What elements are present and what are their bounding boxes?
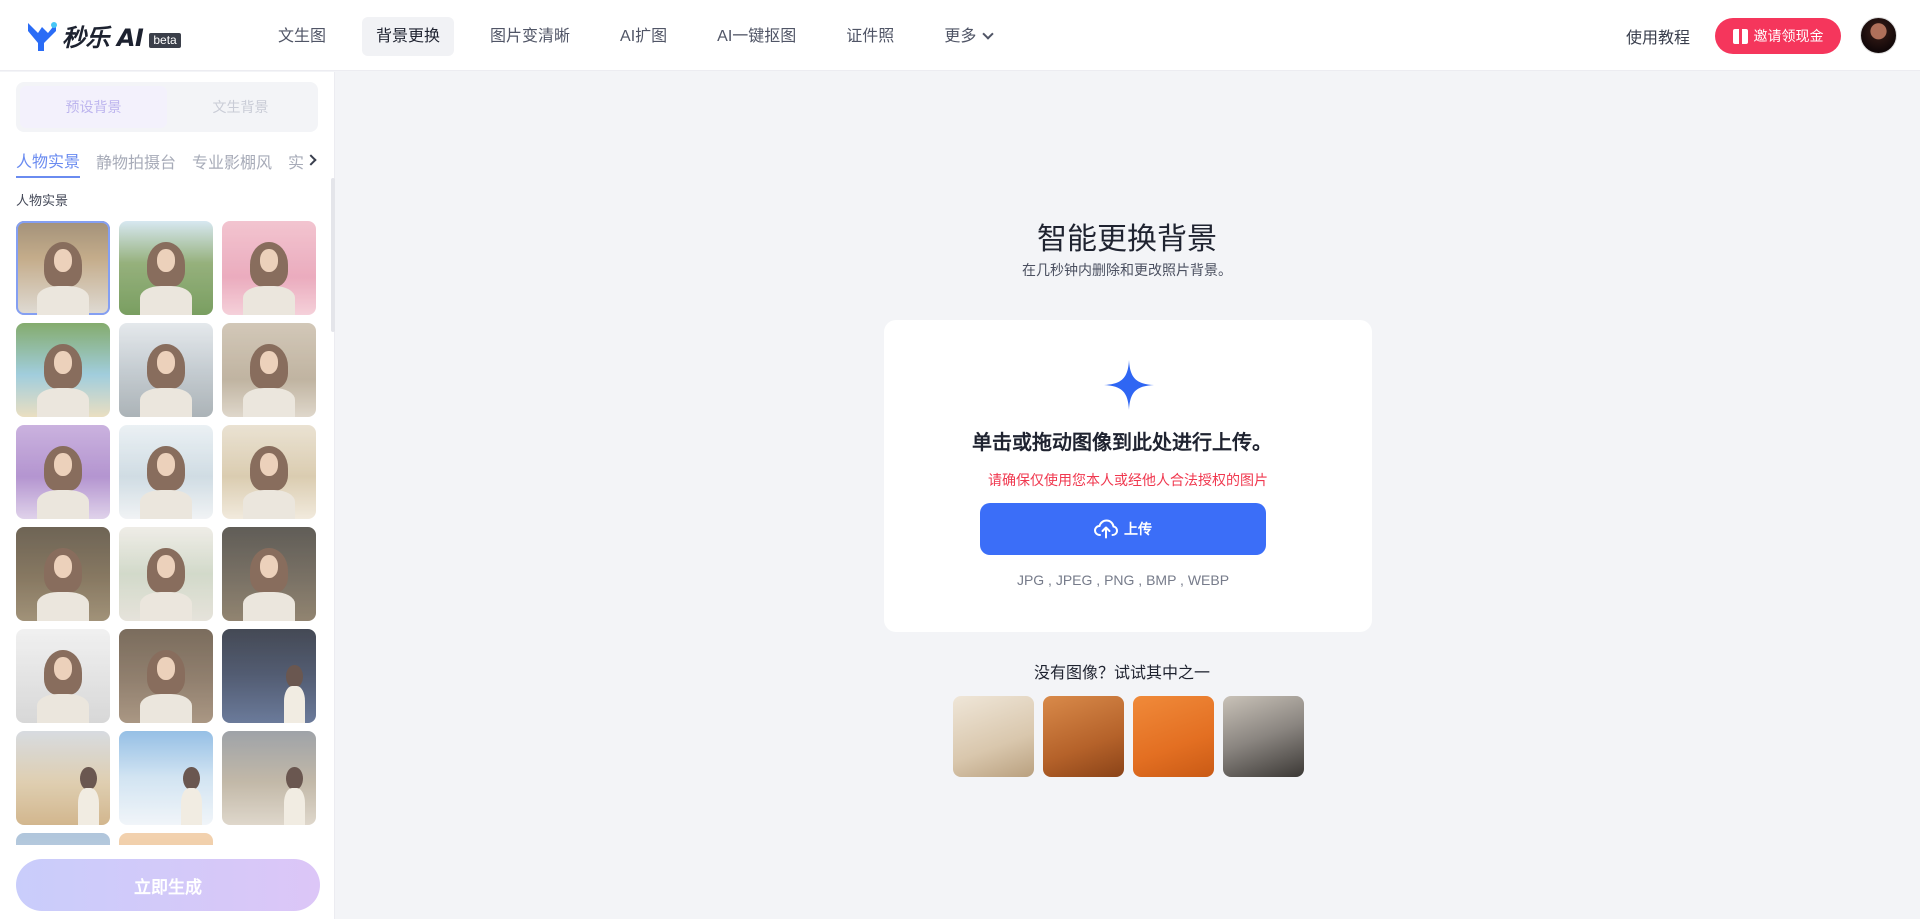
tab-text-background[interactable]: 文生背景 (167, 86, 314, 128)
model-figure (78, 766, 99, 825)
background-thumbnail[interactable] (222, 731, 316, 825)
sample-perfume-bottle[interactable] (953, 696, 1034, 777)
nav-label: 图片变清晰 (490, 28, 571, 45)
nav-label: AI扩图 (620, 28, 668, 45)
model-figure (139, 445, 193, 519)
background-thumbnail[interactable] (119, 731, 213, 825)
authorization-notice: 请确保仅使用您本人或经他人合法授权的图片 (988, 472, 1268, 488)
chevron-down-icon (982, 28, 994, 40)
sample-images (953, 696, 1313, 777)
top-header: 秒乐 AI beta 文生图 背景更换 图片变清晰 AI扩图 AI一键抠图 证件… (0, 0, 1920, 71)
background-thumbnail[interactable] (119, 425, 213, 519)
upload-button[interactable]: 上传 (980, 503, 1266, 555)
background-thumbnail[interactable] (16, 221, 110, 315)
nav-background-change[interactable]: 背景更换 (362, 17, 455, 56)
sparkle-plus-icon (1104, 360, 1154, 410)
background-thumbnail[interactable] (222, 629, 316, 723)
dropzone-instruction: 单击或拖动图像到此处进行上传。 (972, 432, 1272, 454)
nav-image-enhance[interactable]: 图片变清晰 (476, 17, 584, 56)
invite-cash-button[interactable]: 邀请领现金 (1715, 18, 1841, 54)
sample-handbag[interactable] (1043, 696, 1124, 777)
gift-icon (1732, 28, 1748, 44)
tab-preset-background[interactable]: 预设背景 (20, 86, 167, 128)
generate-button[interactable]: 立即生成 (16, 859, 320, 911)
section-label: 人物实景 (16, 193, 69, 208)
background-thumbnail[interactable] (222, 425, 316, 519)
background-thumbnail[interactable] (16, 731, 110, 825)
nav-label: 更多 (944, 28, 977, 45)
model-figure (36, 445, 90, 519)
category-studio-style[interactable]: 专业影棚风 (192, 149, 272, 177)
background-thumbnail[interactable] (222, 323, 316, 417)
background-thumbnail[interactable] (119, 527, 213, 621)
logo[interactable]: 秒乐 AI beta (26, 18, 181, 53)
category-still-life-stage[interactable]: 静物拍摄台 (96, 149, 176, 177)
nav-label: 文生图 (278, 28, 327, 45)
background-thumbnail[interactable] (119, 833, 213, 845)
cloud-upload-icon (1094, 519, 1118, 539)
nav-label: AI一键抠图 (717, 28, 797, 45)
sample-corgi-dog[interactable] (1133, 696, 1214, 777)
model-figure (139, 343, 193, 417)
nav-label: 证件照 (846, 28, 895, 45)
user-avatar[interactable] (1860, 17, 1897, 54)
supported-formats: JPG , JPEG , PNG , BMP , WEBP (1016, 572, 1230, 588)
page-subtitle: 在几秒钟内删除和更改照片背景。 (1022, 262, 1232, 278)
model-figure (36, 547, 90, 621)
beta-badge: beta (149, 33, 181, 48)
nav-ai-cutout[interactable]: AI一键抠图 (703, 17, 810, 56)
background-thumbnail[interactable] (16, 833, 110, 845)
upload-dropzone[interactable]: 单击或拖动图像到此处进行上传。 请确保仅使用您本人或经他人合法授权的图片 上传 … (884, 320, 1372, 632)
background-thumbnail[interactable] (119, 221, 213, 315)
model-figure (242, 547, 296, 621)
category-tabs: 人物实景 静物拍摄台 专业影棚风 实 (16, 148, 320, 178)
logo-text: 秒乐 AI (62, 24, 144, 52)
page-title: 智能更换背景 (1037, 223, 1217, 256)
background-thumbnail[interactable] (119, 323, 213, 417)
left-sidebar: 预设背景 文生背景 人物实景 静物拍摄台 专业影棚风 实 人物实景 立即生成 (0, 72, 335, 919)
model-figure (36, 649, 90, 723)
model-figure (139, 241, 193, 315)
nav-id-photo[interactable]: 证件照 (832, 17, 908, 56)
nav-label: 背景更换 (376, 28, 441, 45)
mode-tabs: 预设背景 文生背景 (16, 82, 318, 132)
model-figure (284, 766, 305, 825)
background-thumbnail[interactable] (222, 527, 316, 621)
model-figure (139, 649, 193, 723)
background-thumbnail[interactable] (16, 527, 110, 621)
background-thumbnail[interactable] (222, 221, 316, 315)
nav-ai-expand[interactable]: AI扩图 (606, 17, 681, 56)
sample-woman-portrait[interactable] (1223, 696, 1304, 777)
category-truncated[interactable]: 实 (288, 149, 304, 177)
background-thumbnail[interactable] (16, 629, 110, 723)
upload-label: 上传 (1124, 521, 1152, 537)
logo-icon (28, 21, 57, 51)
invite-label: 邀请领现金 (1753, 28, 1824, 44)
background-thumbnail[interactable] (16, 323, 110, 417)
model-figure (242, 241, 296, 315)
model-figure (181, 766, 202, 825)
model-figure (284, 664, 305, 723)
nav-more[interactable]: 更多 (930, 17, 1006, 56)
sample-prompt-text: 没有图像？试试其中之一 (1033, 665, 1211, 682)
model-figure (36, 343, 90, 417)
model-figure (36, 241, 90, 315)
model-figure (139, 547, 193, 621)
sidebar-scrollbar[interactable] (331, 178, 335, 332)
model-figure (242, 343, 296, 417)
background-thumbnail-grid (16, 221, 316, 845)
background-thumbnail[interactable] (16, 425, 110, 519)
model-figure (242, 445, 296, 519)
category-people-scenes[interactable]: 人物实景 (16, 148, 81, 178)
tutorial-link[interactable]: 使用教程 (1626, 24, 1690, 48)
nav-text-to-image[interactable]: 文生图 (264, 17, 340, 56)
main-nav: 文生图 背景更换 图片变清晰 AI扩图 AI一键抠图 证件照 更多 (264, 17, 1028, 56)
background-thumbnail[interactable] (119, 629, 213, 723)
